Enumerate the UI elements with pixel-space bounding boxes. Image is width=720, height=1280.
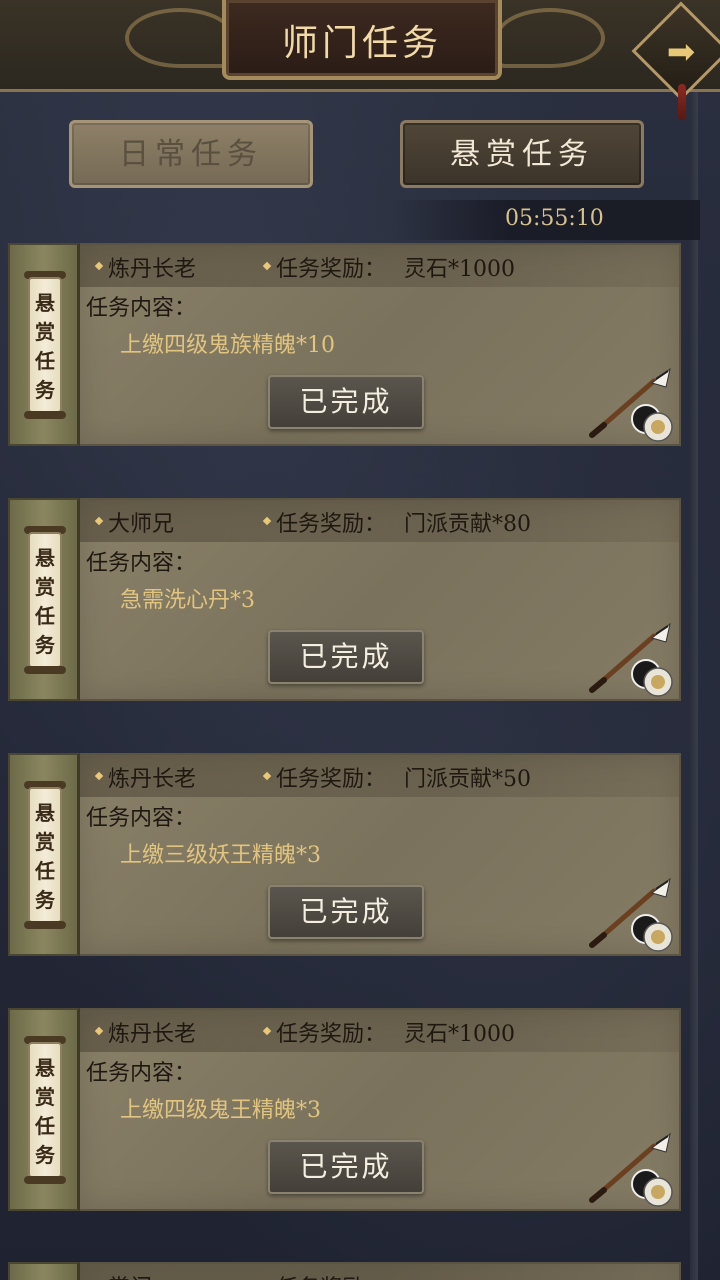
scroll-rod	[24, 1176, 66, 1184]
completed-button[interactable]: 已完成	[268, 1140, 424, 1194]
reward-value: 门派贡献*80	[404, 512, 531, 537]
bullet-icon	[94, 516, 104, 526]
bullet-icon	[262, 771, 272, 781]
reward-value: 门派贡献*50	[404, 767, 531, 792]
reward-value: 灵石*1000	[404, 257, 515, 282]
content-label: 任务内容：	[86, 1061, 197, 1086]
brush-icon	[589, 622, 673, 697]
task-issuer: 炼丹长老	[108, 257, 197, 282]
reward-label: 任务奖励：	[276, 1022, 387, 1047]
tassel-ornament	[678, 84, 686, 120]
scroll-rod	[24, 666, 66, 674]
task-card: 悬赏任务 炼丹长老 任务奖励： 灵石*1000 任务内容： 上缴四级鬼王精魄*3…	[8, 1008, 681, 1211]
card-tag-strip: 悬赏任务	[8, 498, 80, 701]
card-body: 炼丹长老 任务奖励： 灵石*1000 任务内容： 上缴四级鬼族精魄*10 已完成	[80, 243, 681, 446]
card-body: 炼丹长老 任务奖励： 灵石*1000 任务内容： 上缴四级鬼王精魄*3 已完成	[80, 1008, 681, 1211]
card-head: 炼丹长老 任务奖励： 灵石*1000	[80, 1010, 679, 1052]
card-body: 炼丹长老 任务奖励： 门派贡献*50 任务内容： 上缴三级妖王精魄*3 已完成	[80, 753, 681, 956]
completed-button[interactable]: 已完成	[268, 885, 424, 939]
reward-label: 任务奖励：	[276, 257, 387, 282]
cloud-ornament-right	[495, 8, 605, 68]
content-label: 任务内容：	[86, 806, 197, 831]
header: 师门任务	[0, 0, 720, 92]
task-card: 悬赏任务 炼丹长老 任务奖励： 灵石*1000 任务内容： 上缴四级鬼族精魄*1…	[8, 243, 681, 446]
cloud-ornament-left	[125, 8, 235, 68]
bullet-icon	[94, 261, 104, 271]
task-card: 悬赏任务 炼丹长老 任务奖励： 门派贡献*50 任务内容： 上缴三级妖王精魄*3…	[8, 753, 681, 956]
scroll-rod	[24, 411, 66, 419]
bullet-icon	[94, 771, 104, 781]
card-head: 炼丹长老 任务奖励： 门派贡献*50	[80, 755, 679, 797]
scroll-tag-text: 悬赏任务	[35, 546, 55, 657]
refresh-timer: 05:55:10	[505, 206, 604, 231]
title-plaque: 师门任务	[222, 0, 502, 80]
card-head: 炼丹长老 任务奖励： 灵石*1000	[80, 245, 679, 287]
bullet-icon	[262, 516, 272, 526]
page-title: 师门任务	[281, 23, 442, 64]
card-tag-strip	[8, 1262, 80, 1280]
brush-icon	[589, 877, 673, 952]
task-issuer: 大师兄	[108, 512, 175, 537]
task-content: 上缴四级鬼族精魄*10	[120, 333, 335, 358]
task-card: 悬赏任务 大师兄 任务奖励： 门派贡献*80 任务内容： 急需洗心丹*3 已完成	[8, 498, 681, 701]
task-issuer: 掌门	[108, 1270, 152, 1280]
bounty-scroll-tag: 悬赏任务	[28, 787, 62, 923]
right-edge	[690, 90, 698, 1280]
reward-label: 任务奖励：	[276, 1270, 386, 1280]
task-issuer: 炼丹长老	[108, 1022, 197, 1047]
task-issuer: 炼丹长老	[108, 767, 197, 792]
scroll-tag-text: 悬赏任务	[35, 291, 55, 402]
card-body: 掌门 任务奖励：	[80, 1262, 681, 1280]
tab-bounty-tasks[interactable]: 悬赏任务	[400, 120, 644, 188]
reward-label: 任务奖励：	[276, 512, 387, 537]
reward-value: 灵石*1000	[404, 1022, 515, 1047]
completed-button[interactable]: 已完成	[268, 630, 424, 684]
card-head: 掌门 任务奖励：	[80, 1264, 679, 1280]
card-body: 大师兄 任务奖励： 门派贡献*80 任务内容： 急需洗心丹*3 已完成	[80, 498, 681, 701]
task-content: 上缴四级鬼王精魄*3	[120, 1098, 321, 1123]
bounty-scroll-tag: 悬赏任务	[28, 1042, 62, 1178]
brush-icon	[589, 1132, 673, 1207]
completed-button[interactable]: 已完成	[268, 375, 424, 429]
tab-daily-tasks[interactable]: 日常任务	[69, 120, 313, 188]
card-head: 大师兄 任务奖励： 门派贡献*80	[80, 500, 679, 542]
reward-label: 任务奖励：	[276, 767, 387, 792]
bullet-icon	[94, 1026, 104, 1036]
card-tag-strip: 悬赏任务	[8, 753, 80, 956]
task-content: 急需洗心丹*3	[120, 588, 255, 613]
scroll-rod	[24, 921, 66, 929]
scroll-tag-text: 悬赏任务	[35, 1056, 55, 1167]
task-card-partial: 掌门 任务奖励：	[8, 1262, 681, 1280]
brush-icon	[589, 367, 673, 442]
arrow-right-icon[interactable]: ➡	[656, 30, 706, 74]
task-content: 上缴三级妖王精魄*3	[120, 843, 321, 868]
card-tag-strip: 悬赏任务	[8, 1008, 80, 1211]
bounty-scroll-tag: 悬赏任务	[28, 532, 62, 668]
scroll-tag-text: 悬赏任务	[35, 801, 55, 912]
content-label: 任务内容：	[86, 296, 197, 321]
bounty-scroll-tag: 悬赏任务	[28, 277, 62, 413]
content-label: 任务内容：	[86, 551, 197, 576]
bullet-icon	[262, 1026, 272, 1036]
bullet-icon	[262, 261, 272, 271]
card-tag-strip: 悬赏任务	[8, 243, 80, 446]
